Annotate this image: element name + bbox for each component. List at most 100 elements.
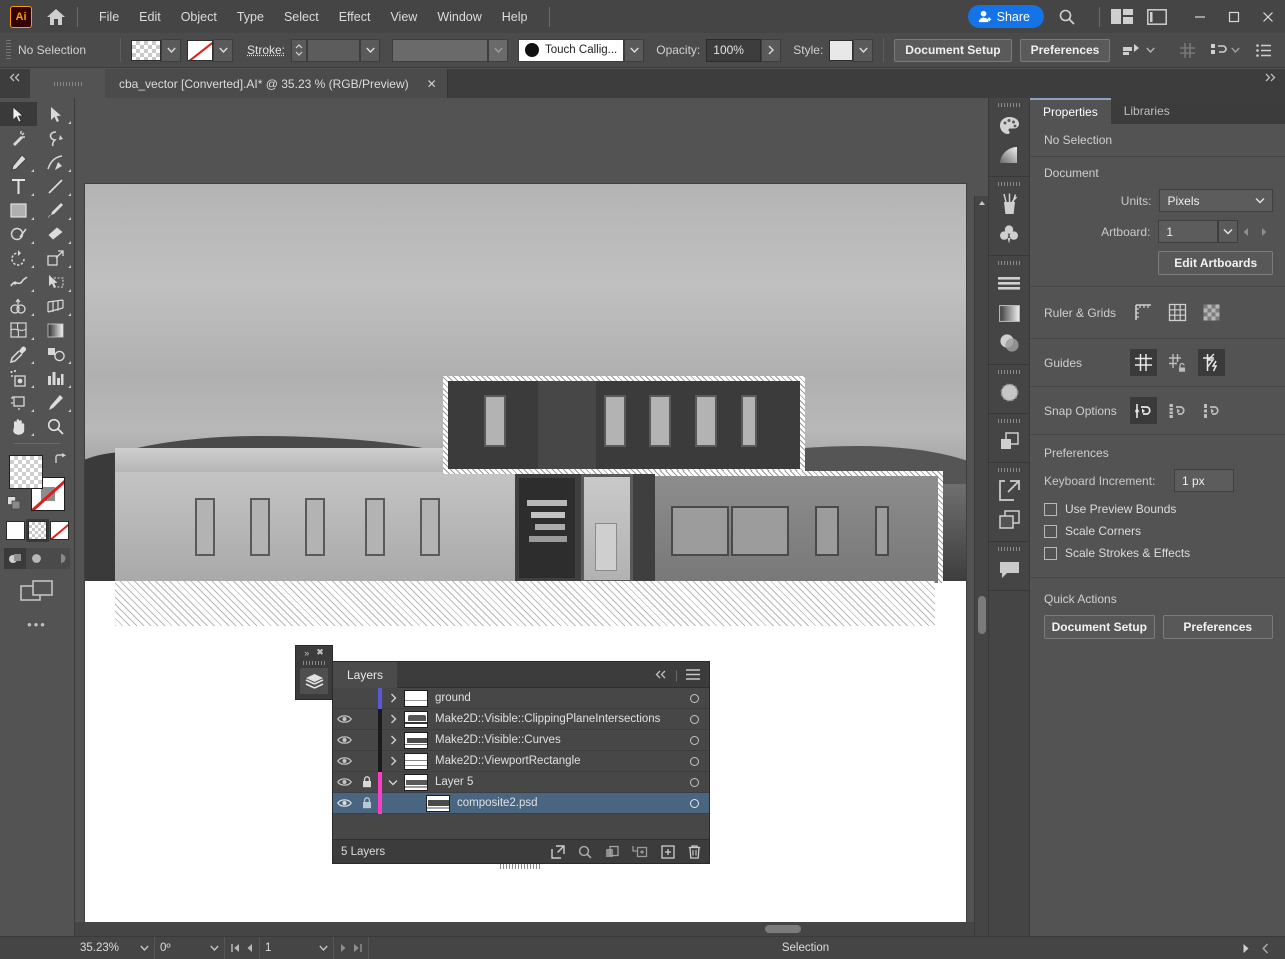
maximize-button[interactable] [1217, 0, 1251, 33]
artboard-prev-icon[interactable] [246, 943, 253, 953]
toolbar-more-icon[interactable]: ••• [27, 617, 47, 632]
status-collapse-icon[interactable] [1262, 943, 1269, 954]
layer-expand-arrow[interactable] [382, 756, 404, 766]
width-tool[interactable] [0, 270, 37, 294]
document-setup-button[interactable]: Document Setup [894, 39, 1011, 62]
menu-item-object[interactable]: Object [171, 6, 227, 28]
quick-document-setup-button[interactable]: Document Setup [1044, 615, 1155, 639]
close-button[interactable] [1251, 0, 1285, 33]
layers-panel-icon[interactable] [300, 668, 328, 694]
pen-tool[interactable] [0, 150, 37, 174]
document-tab[interactable]: cba_vector [Converted].AI* @ 35.23 % (RG… [105, 69, 448, 98]
artboard-tool[interactable] [0, 390, 37, 414]
pathfinder-panel-icon[interactable] [988, 426, 1030, 456]
edit-artboards-button[interactable]: Edit Artboards [1158, 251, 1273, 275]
stroke-weight-input[interactable] [307, 39, 360, 62]
layers-dock-grip[interactable] [303, 661, 325, 665]
scale-corners-checkbox[interactable]: Scale Corners [1044, 524, 1273, 538]
layer-target-circle[interactable] [679, 694, 709, 703]
locate-object-icon[interactable] [551, 845, 565, 859]
gradient-panel-icon[interactable] [988, 140, 1030, 170]
lasso-tool[interactable] [37, 126, 74, 150]
shape-builder-tool[interactable] [0, 294, 37, 318]
gradient-swatch-button[interactable] [28, 521, 47, 540]
use-preview-bounds-checkbox[interactable]: Use Preview Bounds [1044, 502, 1273, 516]
table-row[interactable]: Make2D::Visible::ClippingPlaneIntersecti… [333, 709, 709, 730]
table-row[interactable]: composite2.psd [333, 793, 709, 814]
comments-panel-icon[interactable] [988, 554, 1030, 584]
table-row[interactable]: ground [333, 688, 709, 709]
menu-item-window[interactable]: Window [427, 6, 491, 28]
tab-layers[interactable]: Layers [333, 662, 397, 688]
artboard-chevron-icon[interactable] [319, 945, 328, 951]
mesh-tool[interactable] [0, 318, 37, 342]
column-graph-tool[interactable] [37, 366, 74, 390]
layer-target-circle[interactable] [679, 736, 709, 745]
swap-fill-stroke-icon[interactable] [54, 453, 67, 466]
stroke-dropdown-button[interactable] [213, 39, 233, 62]
dock-group-grip[interactable] [998, 370, 1020, 374]
home-icon[interactable] [46, 8, 66, 26]
color-swatch-button[interactable] [6, 521, 25, 540]
type-tool[interactable] [0, 174, 37, 198]
draw-inside-mode[interactable] [48, 548, 70, 569]
rectangle-tool[interactable] [0, 198, 37, 222]
layer-target-circle[interactable] [679, 715, 709, 724]
menu-item-file[interactable]: File [89, 6, 129, 28]
fill-dropdown-button[interactable] [161, 39, 181, 62]
stroke-profile-input[interactable] [392, 39, 488, 62]
control-bar-menu-icon[interactable] [1256, 44, 1271, 57]
dock-group-grip[interactable] [998, 468, 1020, 472]
none-swatch-button[interactable] [50, 521, 69, 540]
canvas-horizontal-scrollbar[interactable] [75, 922, 974, 936]
minimize-button[interactable] [1183, 0, 1217, 33]
snap-to-point-icon[interactable] [1130, 397, 1157, 424]
layer-expand-arrow[interactable] [382, 693, 404, 703]
toolbar-collapse-icon[interactable] [0, 69, 30, 98]
layer-name[interactable]: Make2D::Visible::ClippingPlaneIntersecti… [435, 713, 679, 725]
export-panel-icon[interactable] [988, 475, 1030, 505]
stroke-weight-label[interactable]: Stroke: [247, 43, 285, 57]
menu-item-edit[interactable]: Edit [129, 6, 171, 28]
layer-expand-arrow[interactable] [382, 735, 404, 745]
dock-group-grip[interactable] [998, 261, 1020, 265]
menu-item-view[interactable]: View [380, 6, 427, 28]
delete-layer-icon[interactable] [688, 845, 701, 859]
perspective-grid-tool[interactable] [37, 294, 74, 318]
zoom-chevron-icon[interactable] [140, 945, 149, 951]
layer-name[interactable]: Make2D::ViewportRectangle [435, 755, 679, 767]
keyboard-increment-input[interactable]: 1 px [1174, 469, 1234, 492]
layers-panel-resize-grip[interactable] [500, 864, 540, 869]
eraser-tool[interactable] [37, 222, 74, 246]
artboard-prev-button[interactable] [1238, 220, 1256, 243]
fill-color-swatch[interactable] [131, 40, 161, 61]
stroke-panel-icon[interactable] [988, 377, 1030, 407]
graphic-style-swatch[interactable] [829, 40, 853, 61]
opacity-options-button[interactable] [761, 39, 781, 62]
search-icon[interactable] [1058, 8, 1076, 26]
layers-collapse-icon[interactable] [655, 670, 667, 679]
rotation-chevron-icon[interactable] [210, 945, 219, 951]
workspace-switcher-icon[interactable] [1147, 9, 1167, 25]
align-panel-icon[interactable] [1180, 43, 1195, 58]
blend-tool[interactable] [37, 342, 74, 366]
scroll-up-arrow[interactable] [975, 196, 988, 210]
layer-target-circle[interactable] [679, 799, 709, 808]
style-dropdown-button[interactable] [853, 39, 873, 62]
artboard-dropdown[interactable] [1218, 220, 1238, 243]
layers-dock-expand-icon[interactable]: » [304, 648, 309, 658]
hand-tool[interactable] [0, 414, 37, 438]
draw-behind-mode[interactable] [26, 548, 48, 569]
transparency-panel-icon[interactable] [988, 328, 1030, 358]
layer-visibility-toggle[interactable] [333, 714, 356, 724]
collect-in-new-layer-icon[interactable] [632, 845, 648, 858]
scale-tool[interactable] [37, 246, 74, 270]
brushes-panel-icon[interactable] [988, 189, 1030, 219]
new-layer-icon[interactable] [661, 845, 675, 859]
menu-item-help[interactable]: Help [492, 6, 538, 28]
zoom-tool[interactable] [37, 414, 74, 438]
tab-libraries[interactable]: Libraries [1111, 98, 1183, 124]
document-tab-close-icon[interactable]: ✕ [427, 77, 437, 91]
menu-item-select[interactable]: Select [274, 6, 329, 28]
eyedropper-tool[interactable] [0, 342, 37, 366]
